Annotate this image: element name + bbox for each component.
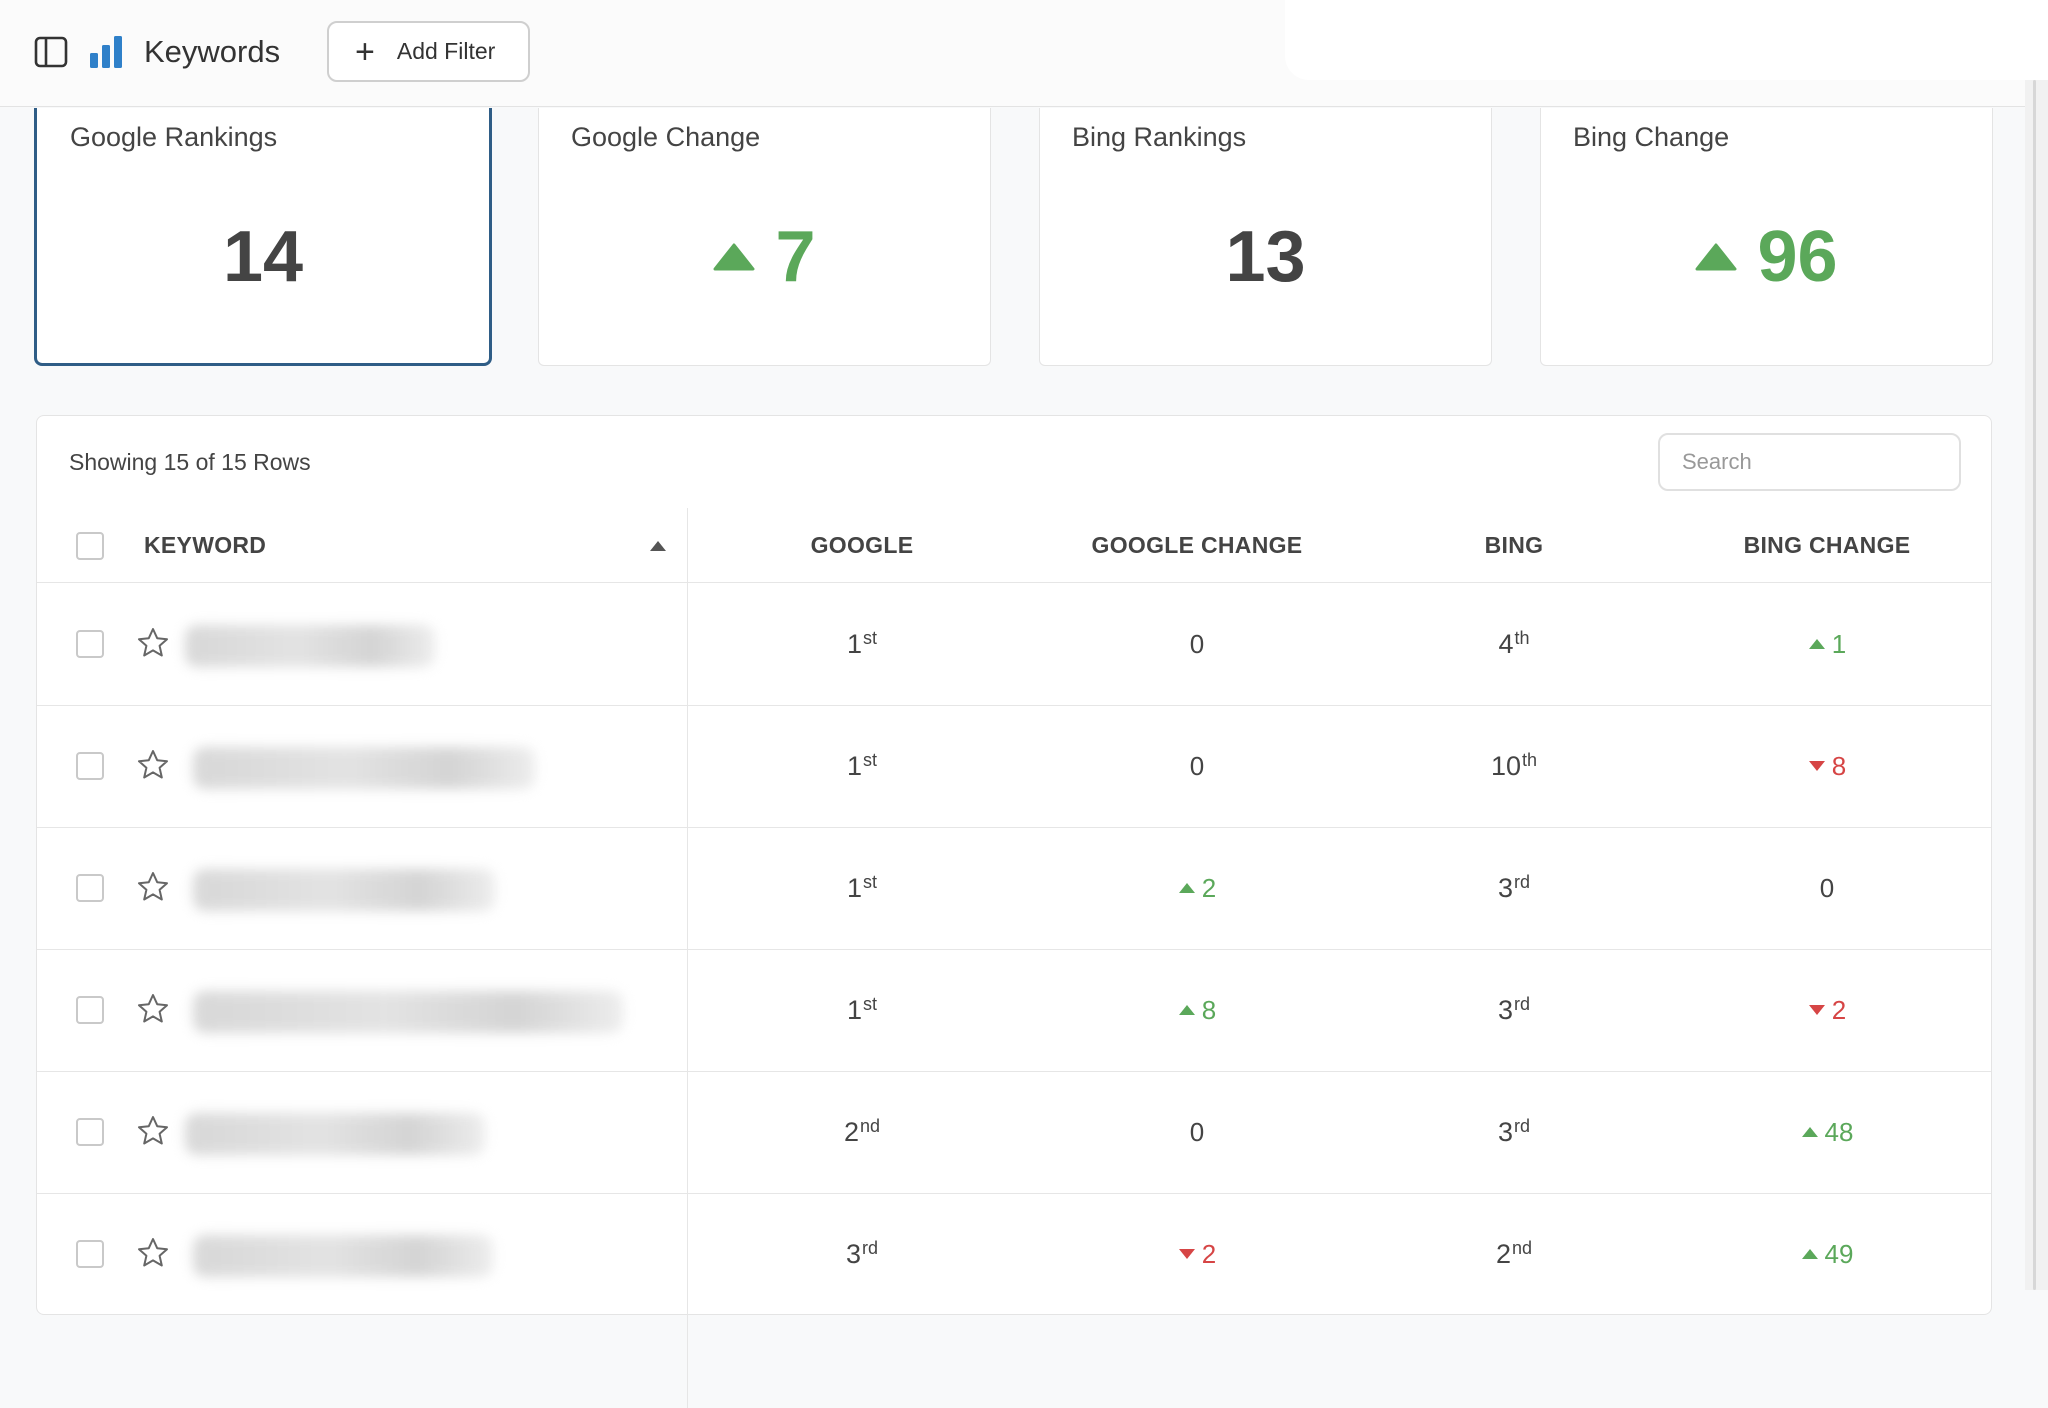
google-change-cell: 0 bbox=[1189, 628, 1205, 659]
google-rank-cell: 1st bbox=[846, 627, 878, 659]
triangle-up-icon bbox=[1178, 883, 1195, 893]
column-header-keyword[interactable]: KEYWORD bbox=[144, 508, 266, 582]
card-value-number: 96 bbox=[1757, 217, 1838, 297]
triangle-up-icon bbox=[713, 243, 755, 271]
rows-count-label: Showing 15 of 15 Rows bbox=[69, 449, 311, 475]
plus-icon: + bbox=[355, 32, 375, 71]
keyword-text-redacted[interactable] bbox=[193, 869, 495, 911]
bing-rank-cell: 2nd bbox=[1495, 1237, 1533, 1269]
star-outline-icon[interactable] bbox=[136, 992, 170, 1026]
metric-card-google-change[interactable]: Google Change 7 bbox=[538, 108, 991, 366]
google-change-cell: 2 bbox=[1022, 827, 1372, 949]
card-title: Google Change bbox=[571, 122, 761, 152]
keyword-text-redacted[interactable] bbox=[193, 1235, 493, 1277]
card-value: 13 bbox=[1040, 212, 1491, 302]
row-checkbox[interactable] bbox=[76, 996, 104, 1024]
star-outline-icon[interactable] bbox=[136, 1114, 170, 1148]
table-row[interactable]: 1st 0 10th 8 bbox=[37, 705, 1991, 828]
column-header-bing-change[interactable]: BING CHANGE bbox=[1677, 508, 1977, 582]
google-rank-cell: 1st bbox=[846, 749, 878, 781]
keyword-text-redacted[interactable] bbox=[185, 1113, 485, 1155]
bing-rank-cell: 3rd bbox=[1497, 993, 1531, 1025]
triangle-up-icon bbox=[1695, 243, 1737, 271]
star-outline-icon[interactable] bbox=[136, 748, 170, 782]
table-row[interactable]: 1st 0 4th 1 bbox=[37, 583, 1991, 706]
star-outline-icon[interactable] bbox=[136, 626, 170, 660]
card-value: 7 bbox=[539, 212, 990, 302]
bing-rank-cell: 3rd bbox=[1497, 871, 1531, 903]
card-value-number: 13 bbox=[1225, 217, 1306, 297]
table-row[interactable]: 2nd 0 3rd 48 bbox=[37, 1071, 1991, 1194]
column-header-google-change[interactable]: GOOGLE CHANGE bbox=[1022, 508, 1372, 582]
keyword-text-redacted[interactable] bbox=[185, 625, 435, 667]
search-input[interactable] bbox=[1658, 433, 1961, 491]
google-rank-cell: 3rd bbox=[845, 1237, 879, 1269]
overlay-panel-corner bbox=[1285, 0, 2048, 80]
top-bar: Keywords + Add Filter bbox=[0, 0, 2048, 107]
bing-change-cell: 49 bbox=[1677, 1193, 1977, 1315]
row-checkbox[interactable] bbox=[76, 1240, 104, 1268]
card-value-number: 7 bbox=[775, 217, 816, 297]
metric-card-google-rankings[interactable]: Google Rankings 14 bbox=[34, 108, 492, 366]
bing-change-cell: 8 bbox=[1677, 705, 1977, 827]
google-change-cell: 8 bbox=[1022, 949, 1372, 1071]
google-change-cell: 0 bbox=[1189, 750, 1205, 781]
add-filter-label: Add Filter bbox=[396, 38, 496, 64]
bing-rank-cell: 4th bbox=[1498, 627, 1530, 659]
column-header-google[interactable]: GOOGLE bbox=[687, 508, 1037, 582]
select-all-checkbox[interactable] bbox=[76, 532, 104, 560]
card-title: Bing Change bbox=[1573, 122, 1730, 152]
google-change-cell: 0 bbox=[1189, 1116, 1205, 1147]
bing-rank-cell: 3rd bbox=[1497, 1115, 1531, 1147]
google-rank-cell: 1st bbox=[846, 993, 878, 1025]
page-title: Keywords bbox=[144, 34, 281, 69]
table-row[interactable]: 3rd 2 2nd 49 bbox=[37, 1193, 1991, 1315]
bing-change-cell: 0 bbox=[1819, 872, 1835, 903]
google-rank-cell: 2nd bbox=[843, 1115, 881, 1147]
keyword-text-redacted[interactable] bbox=[193, 747, 535, 789]
row-checkbox[interactable] bbox=[76, 1118, 104, 1146]
triangle-up-icon bbox=[1178, 1005, 1195, 1015]
row-checkbox[interactable] bbox=[76, 630, 104, 658]
card-title: Bing Rankings bbox=[1072, 122, 1247, 152]
bing-change-cell: 48 bbox=[1677, 1071, 1977, 1193]
column-header-bing[interactable]: BING bbox=[1364, 508, 1664, 582]
star-outline-icon[interactable] bbox=[136, 870, 170, 904]
triangle-down-icon bbox=[1178, 1249, 1195, 1259]
bing-change-cell: 2 bbox=[1677, 949, 1977, 1071]
keyword-text-redacted[interactable] bbox=[193, 991, 623, 1033]
google-change-cell: 2 bbox=[1022, 1193, 1372, 1315]
card-value-number: 14 bbox=[222, 217, 304, 297]
table-row[interactable]: 1st 8 3rd 2 bbox=[37, 949, 1991, 1072]
bing-change-cell: 1 bbox=[1677, 583, 1977, 705]
bar-chart-icon bbox=[90, 36, 122, 68]
metric-card-bing-change[interactable]: Bing Change 96 bbox=[1540, 108, 1993, 366]
card-title: Google Rankings bbox=[70, 122, 278, 152]
star-outline-icon[interactable] bbox=[136, 1236, 170, 1270]
triangle-up-icon bbox=[1801, 1249, 1818, 1259]
sort-ascending-icon[interactable] bbox=[650, 541, 666, 551]
card-value: 96 bbox=[1541, 212, 1992, 302]
keywords-table-panel: Showing 15 of 15 Rows KEYWORD GOOGLE GOO… bbox=[36, 415, 1992, 1408]
google-rank-cell: 1st bbox=[846, 871, 878, 903]
bing-rank-cell: 10th bbox=[1490, 749, 1538, 781]
metric-card-bing-rankings[interactable]: Bing Rankings 13 bbox=[1039, 108, 1492, 366]
triangle-down-icon bbox=[1808, 761, 1825, 771]
add-filter-button[interactable]: + Add Filter bbox=[327, 21, 530, 82]
row-checkbox[interactable] bbox=[76, 874, 104, 902]
table-row[interactable]: 1st 2 3rd 0 bbox=[37, 827, 1991, 950]
triangle-up-icon bbox=[1808, 639, 1825, 649]
scrollbar[interactable] bbox=[2025, 80, 2048, 1290]
table-header: KEYWORD GOOGLE GOOGLE CHANGE BING BING C… bbox=[37, 508, 1991, 583]
triangle-up-icon bbox=[1801, 1127, 1818, 1137]
card-value: 14 bbox=[37, 212, 489, 302]
sidebar-toggle-icon[interactable] bbox=[34, 35, 68, 69]
row-checkbox[interactable] bbox=[76, 752, 104, 780]
triangle-down-icon bbox=[1808, 1005, 1825, 1015]
